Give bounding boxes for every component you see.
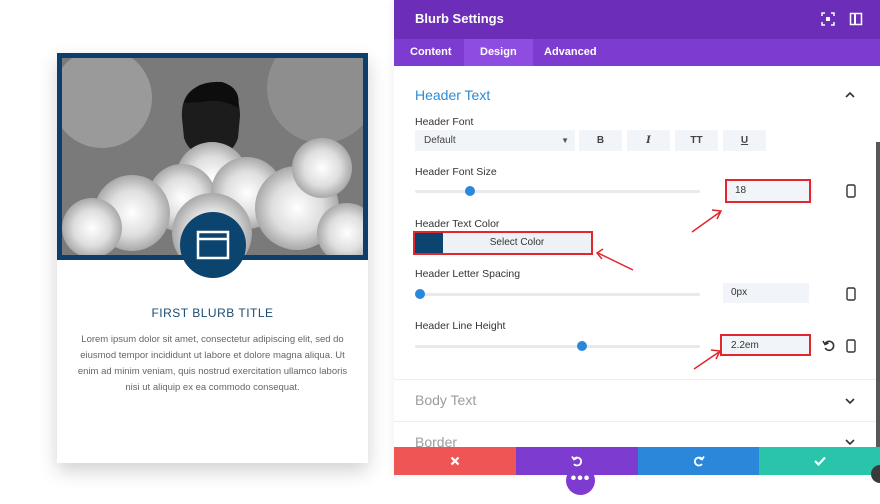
mobile-device-icon[interactable]	[846, 287, 856, 301]
header-text-color-label: Header Text Color	[415, 218, 500, 230]
header-font-value: Default	[424, 135, 456, 146]
panel-tabs: Content Design Advanced	[394, 39, 880, 66]
annotation-highlight-box	[720, 334, 811, 356]
font-size-slider-handle[interactable]	[464, 186, 475, 196]
redo-icon	[693, 456, 705, 467]
help-icon[interactable]	[871, 465, 880, 483]
chevron-down-icon[interactable]	[844, 395, 856, 407]
blurb-settings-panel: Blurb Settings Content Design Advanced H…	[394, 0, 880, 475]
section-header-text[interactable]: Header Text	[415, 87, 490, 103]
header-font-size-label: Header Font Size	[415, 166, 497, 178]
blurb-title: FIRST BLURB TITLE	[151, 306, 274, 320]
tab-advanced[interactable]: Advanced	[528, 39, 613, 66]
section-divider	[394, 379, 880, 380]
header-font-select[interactable]: Default ▼	[415, 130, 575, 151]
italic-button[interactable]: I	[627, 130, 670, 151]
letter-spacing-slider[interactable]	[415, 289, 700, 299]
header-line-height-label: Header Line Height	[415, 320, 506, 332]
discard-button[interactable]	[394, 447, 516, 475]
letter-spacing-slider-handle[interactable]	[415, 289, 425, 299]
bold-button[interactable]: B	[579, 130, 622, 151]
line-height-slider-handle[interactable]	[577, 341, 588, 351]
annotation-highlight-box	[413, 231, 593, 255]
mobile-device-icon[interactable]	[846, 339, 856, 353]
caret-down-icon: ▼	[561, 136, 569, 145]
header-letter-spacing-label: Header Letter Spacing	[415, 268, 521, 280]
save-button[interactable]	[759, 447, 880, 475]
panel-title: Blurb Settings	[415, 11, 504, 26]
tab-content[interactable]: Content	[394, 39, 468, 66]
more-options-button[interactable]: •••	[566, 466, 595, 495]
reset-icon[interactable]	[822, 339, 835, 352]
panel-header: Blurb Settings	[394, 0, 880, 39]
sidebar-toggle-icon[interactable]	[849, 12, 863, 26]
underline-button[interactable]: U	[723, 130, 766, 151]
blurb-preview-card: FIRST BLURB TITLE Lorem ipsum dolor sit …	[57, 53, 368, 463]
uppercase-button[interactable]: TT	[675, 130, 718, 151]
blurb-body: Lorem ipsum dolor sit amet, consectetur …	[77, 334, 348, 393]
chevron-up-icon[interactable]	[844, 89, 856, 101]
letter-spacing-input[interactable]: 0px	[723, 283, 809, 303]
section-divider	[394, 421, 880, 422]
annotation-highlight-box	[725, 179, 811, 203]
tab-design[interactable]: Design	[464, 39, 533, 66]
close-icon	[450, 456, 460, 466]
header-font-label: Header Font	[415, 116, 474, 128]
browser-window-icon	[180, 212, 246, 278]
check-icon	[813, 456, 826, 466]
font-size-slider[interactable]	[415, 186, 700, 196]
panel-scrollbar[interactable]	[876, 142, 880, 482]
expand-icon[interactable]	[821, 12, 835, 26]
line-height-slider[interactable]	[415, 341, 700, 351]
section-body-text[interactable]: Body Text	[415, 392, 476, 408]
mobile-device-icon[interactable]	[846, 184, 856, 198]
panel-footer	[394, 447, 880, 475]
redo-button[interactable]	[638, 447, 759, 475]
